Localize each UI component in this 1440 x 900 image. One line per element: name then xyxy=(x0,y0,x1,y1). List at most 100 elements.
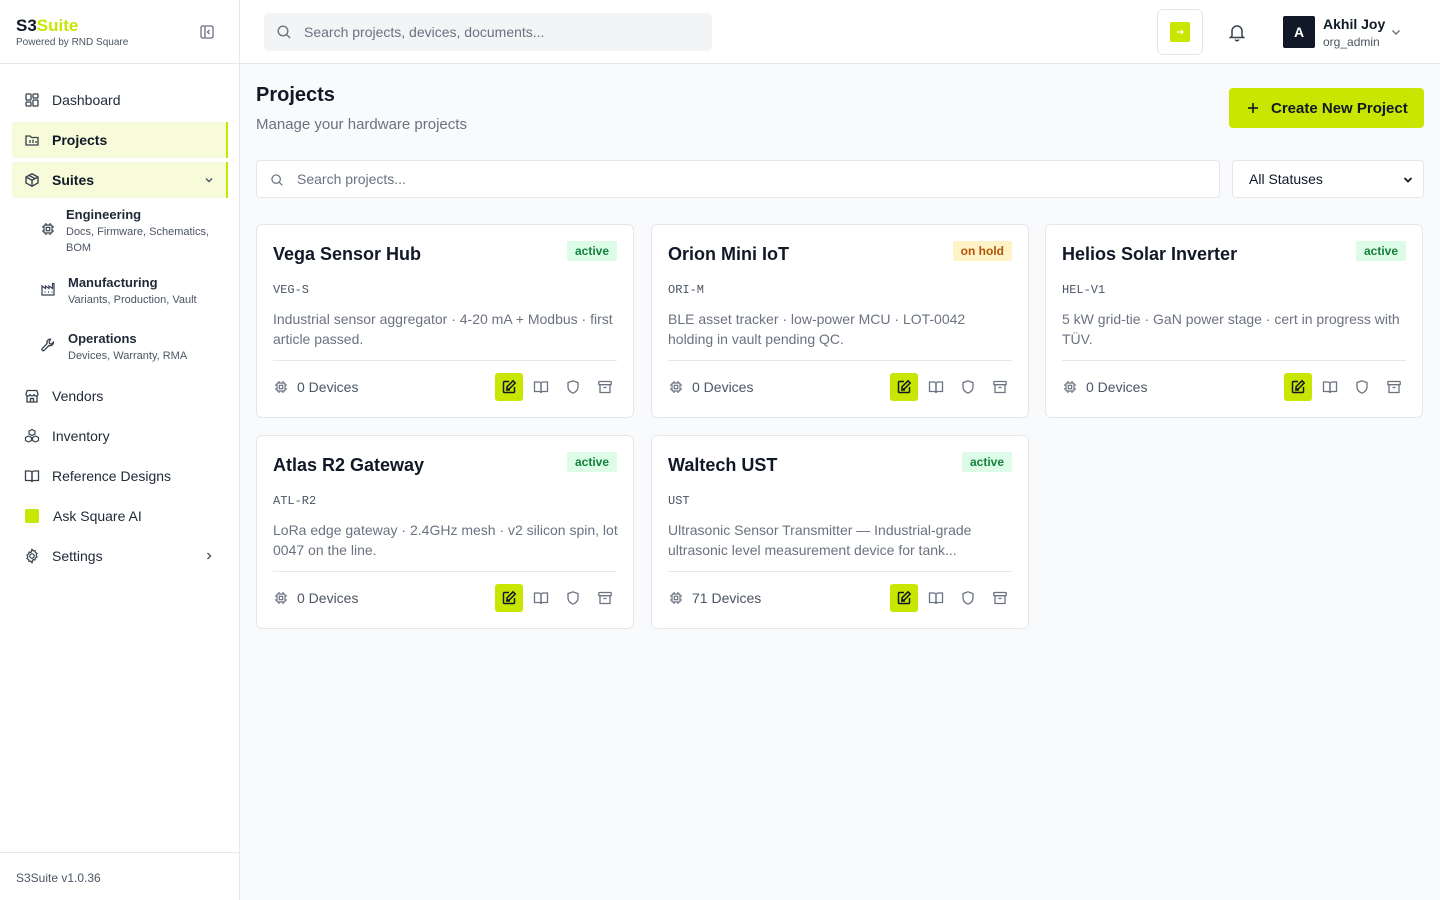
sidebar: S3Suite Powered by RND Square Dashboard … xyxy=(0,0,240,900)
archive-icon[interactable] xyxy=(1380,373,1408,401)
sidebar-subitem-manufacturing[interactable]: Manufacturing Variants, Production, Vaul… xyxy=(12,264,227,320)
card-divider xyxy=(668,571,1012,572)
card-actions xyxy=(491,373,619,401)
project-description: LoRa edge gateway · 2.4GHz mesh · v2 sil… xyxy=(273,522,618,558)
sidebar-item-label: Dashboard xyxy=(52,92,121,108)
device-count-label: 0 Devices xyxy=(297,379,359,395)
book-icon[interactable] xyxy=(527,373,555,401)
box-icon xyxy=(24,172,40,188)
project-code: ATL-R2 xyxy=(273,494,317,508)
status-filter-select[interactable]: All Statuses xyxy=(1232,160,1424,198)
status-badge: active xyxy=(566,452,617,472)
archive-icon[interactable] xyxy=(591,373,619,401)
book-icon[interactable] xyxy=(527,584,555,612)
shield-icon[interactable] xyxy=(559,373,587,401)
project-code: VEG-S xyxy=(273,283,310,297)
project-card[interactable]: Atlas R2 Gateway active ATL-R2 LoRa edge ga… xyxy=(256,435,634,629)
sidebar-item-dashboard[interactable]: Dashboard xyxy=(12,82,227,118)
project-card[interactable]: Helios Solar Inverter active HEL-V1 5 kW gr… xyxy=(1045,224,1423,418)
projects-icon xyxy=(24,132,40,148)
archive-icon[interactable] xyxy=(591,584,619,612)
user-name[interactable]: Akhil Joy xyxy=(1323,16,1385,32)
project-description: BLE asset tracker · low-power MCU · LOT-… xyxy=(668,311,966,347)
create-project-label: Create New Project xyxy=(1271,99,1408,117)
exit-button[interactable] xyxy=(1157,9,1203,55)
global-search[interactable] xyxy=(264,13,712,51)
sidebar-item-inventory[interactable]: Inventory xyxy=(12,418,227,454)
chevron-down-icon xyxy=(203,174,215,186)
project-card[interactable]: Orion Mini IoT on hold ORI-M BLE asset trac… xyxy=(651,224,1029,418)
chevron-down-icon[interactable] xyxy=(1390,26,1402,38)
project-card[interactable]: Waltech UST active UST Ultrasonic Sensor Tr… xyxy=(651,435,1029,629)
factory-icon xyxy=(40,281,56,297)
shield-icon[interactable] xyxy=(954,584,982,612)
sidebar-subitem-operations[interactable]: Operations Devices, Warranty, RMA xyxy=(12,320,227,376)
status-badge: active xyxy=(961,452,1012,472)
device-count: 0 Devices xyxy=(273,379,358,395)
store-icon xyxy=(24,388,40,404)
project-description: Ultrasonic Sensor Transmitter — Industri… xyxy=(668,522,972,558)
book-icon[interactable] xyxy=(922,373,950,401)
project-name[interactable]: Vega Sensor Hub xyxy=(273,244,421,265)
sidebar-nav: Dashboard Projects Suites Engineering Do… xyxy=(0,64,239,574)
avatar[interactable]: A xyxy=(1283,16,1315,48)
device-count: 0 Devices xyxy=(1062,379,1147,395)
sidebar-collapse-icon[interactable] xyxy=(199,24,215,40)
archive-icon[interactable] xyxy=(986,584,1014,612)
suite-title: Operations xyxy=(68,331,137,346)
shield-icon[interactable] xyxy=(559,584,587,612)
create-project-button[interactable]: Create New Project xyxy=(1229,88,1424,128)
project-search[interactable] xyxy=(256,160,1220,198)
chip-icon xyxy=(40,221,56,237)
project-search-input[interactable] xyxy=(297,161,1197,197)
sidebar-item-label: Vendors xyxy=(52,388,104,404)
bell-icon[interactable] xyxy=(1227,22,1247,42)
exit-icon xyxy=(1170,22,1190,42)
status-badge: on hold xyxy=(952,241,1012,261)
gear-icon xyxy=(24,548,40,564)
device-count-label: 71 Devices xyxy=(692,590,762,606)
sidebar-item-reference-designs[interactable]: Reference Designs xyxy=(12,458,227,494)
shield-icon[interactable] xyxy=(954,373,982,401)
project-name[interactable]: Atlas R2 Gateway xyxy=(273,455,424,476)
project-name[interactable]: Helios Solar Inverter xyxy=(1062,244,1237,265)
project-description: 5 kW grid-tie · GaN power stage · cert i… xyxy=(1062,311,1400,347)
sidebar-item-ask-square-ai[interactable]: Ask Square AI xyxy=(12,498,227,534)
edit-icon[interactable] xyxy=(1284,373,1312,401)
suite-description: Variants, Production, Vault xyxy=(68,294,197,306)
sidebar-item-settings[interactable]: Settings xyxy=(12,538,227,574)
device-count: 0 Devices xyxy=(273,590,358,606)
status-filter-value: All Statuses xyxy=(1249,171,1323,187)
device-count: 0 Devices xyxy=(668,379,753,395)
shield-icon[interactable] xyxy=(1348,373,1376,401)
sidebar-item-label: Projects xyxy=(52,132,108,148)
app-version: S3Suite v1.0.36 xyxy=(0,852,239,900)
card-actions xyxy=(886,373,1014,401)
project-card[interactable]: Vega Sensor Hub active VEG-S Industrial sen… xyxy=(256,224,634,418)
sidebar-subitem-engineering[interactable]: Engineering Docs, Firmware, Schematics, … xyxy=(12,202,227,264)
project-code: HEL-V1 xyxy=(1062,283,1106,297)
device-count-label: 0 Devices xyxy=(1086,379,1148,395)
sidebar-item-vendors[interactable]: Vendors xyxy=(12,378,227,414)
book-icon[interactable] xyxy=(1316,373,1344,401)
archive-icon[interactable] xyxy=(986,373,1014,401)
boxes-icon xyxy=(24,428,40,444)
brand-logo[interactable]: S3Suite xyxy=(16,17,223,35)
global-search-input[interactable] xyxy=(304,13,704,51)
project-name[interactable]: Orion Mini IoT xyxy=(668,244,789,265)
edit-icon[interactable] xyxy=(495,584,523,612)
book-icon[interactable] xyxy=(922,584,950,612)
dashboard-icon xyxy=(24,92,40,108)
sidebar-item-suites[interactable]: Suites xyxy=(12,162,228,198)
sidebar-item-label: Inventory xyxy=(52,428,110,444)
edit-icon[interactable] xyxy=(890,584,918,612)
card-divider xyxy=(1062,360,1406,361)
status-badge: active xyxy=(1355,241,1406,261)
suite-title: Engineering xyxy=(66,207,142,222)
suite-description: Devices, Warranty, RMA xyxy=(68,350,188,362)
edit-icon[interactable] xyxy=(890,373,918,401)
chip-icon xyxy=(273,379,297,395)
sidebar-item-projects[interactable]: Projects xyxy=(12,122,228,158)
edit-icon[interactable] xyxy=(495,373,523,401)
project-name[interactable]: Waltech UST xyxy=(668,455,777,476)
